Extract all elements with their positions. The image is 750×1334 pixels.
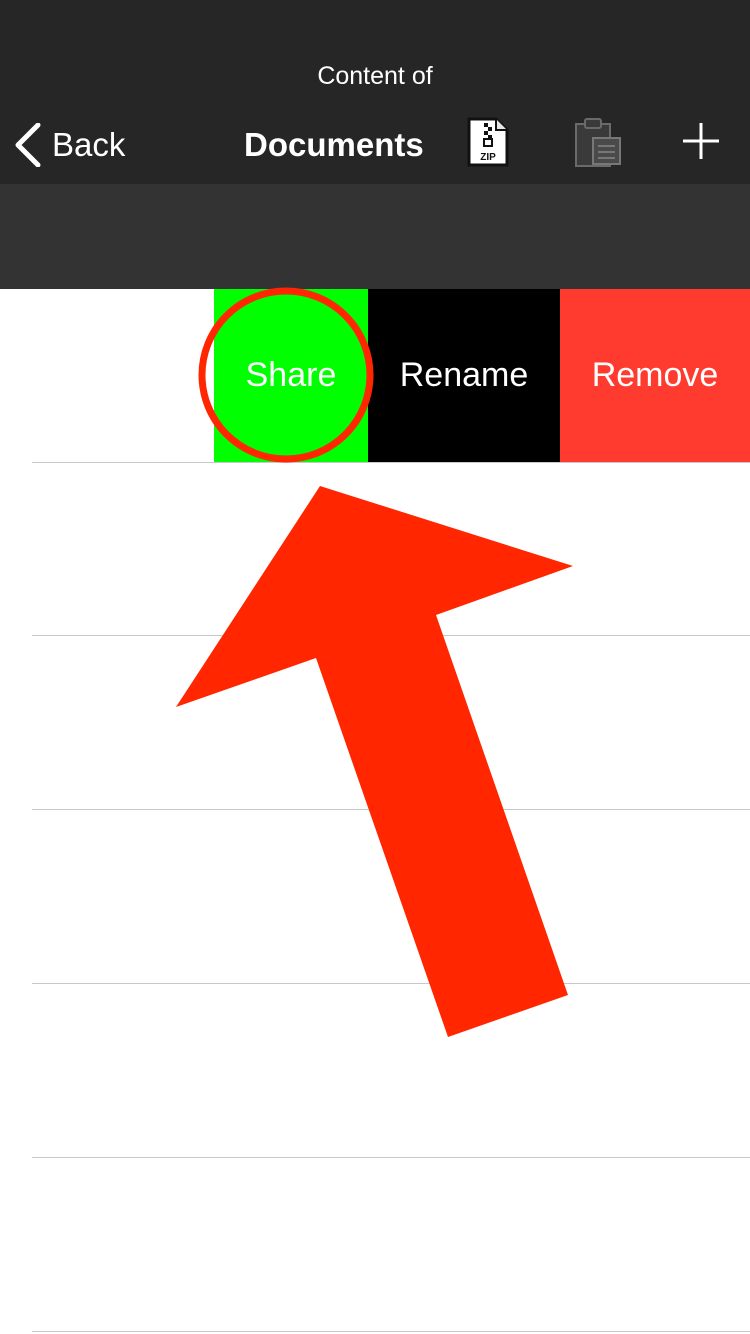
nav-subtitle: Content of xyxy=(317,62,433,90)
document-list: Share Rename Remove xyxy=(0,289,750,1334)
remove-button[interactable]: Remove xyxy=(560,289,750,462)
plus-icon xyxy=(680,120,722,162)
list-item[interactable] xyxy=(0,1158,750,1332)
chevron-left-icon xyxy=(14,123,42,167)
rename-button[interactable]: Rename xyxy=(368,289,560,462)
row-separator xyxy=(32,1331,750,1332)
clipboard-paste-icon xyxy=(573,116,623,168)
navigation-bar: Content of Back Documents ZIP xyxy=(0,0,750,184)
page-title: Documents xyxy=(244,126,424,163)
back-label: Back xyxy=(52,126,126,163)
zip-file-icon: ZIP xyxy=(466,116,510,168)
list-item[interactable]: Share Rename Remove xyxy=(0,289,750,463)
list-item[interactable] xyxy=(0,810,750,984)
back-button[interactable]: Back xyxy=(14,120,125,170)
list-item[interactable] xyxy=(0,984,750,1158)
svg-text:ZIP: ZIP xyxy=(480,152,496,163)
add-button[interactable] xyxy=(680,120,722,162)
zip-button[interactable]: ZIP xyxy=(466,116,510,168)
paste-button[interactable] xyxy=(573,116,623,168)
share-button[interactable]: Share xyxy=(214,289,368,462)
list-item[interactable] xyxy=(0,462,750,636)
list-item[interactable] xyxy=(0,636,750,810)
search-bar-area xyxy=(0,184,750,289)
